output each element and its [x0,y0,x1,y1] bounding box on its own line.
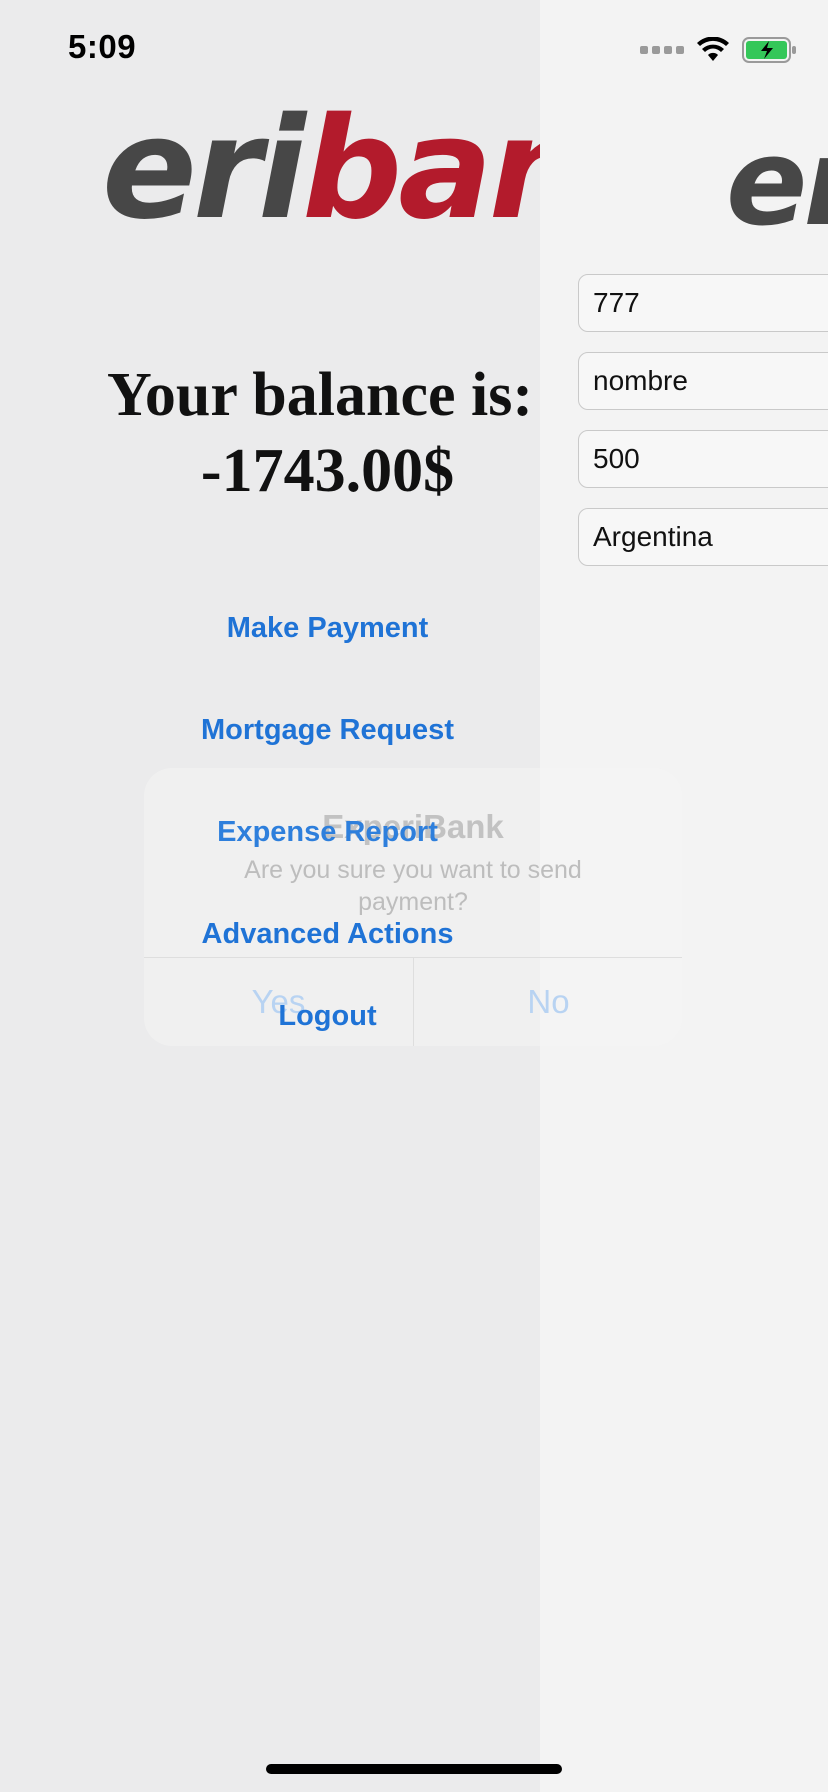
make-payment-button[interactable]: Make Payment [0,612,655,645]
eribank-logo: eribank [102,100,540,240]
expense-report-button[interactable]: Expense Report [0,816,655,849]
status-time: 5:09 [68,28,137,65]
country-field[interactable]: Argentina [578,508,828,566]
advanced-actions-button[interactable]: Advanced Actions [0,918,655,951]
phone-field[interactable]: 777 [578,274,828,332]
logout-button[interactable]: Logout [0,1000,655,1033]
alert-message: Are you sure you want to send payment? [244,856,582,916]
wifi-icon [697,37,729,61]
mortgage-request-button[interactable]: Mortgage Request [0,714,655,747]
logo-text-dark: eri [102,100,306,240]
name-field[interactable]: nombre [578,352,828,410]
home-indicator[interactable] [266,1764,562,1774]
signal-icon [640,46,684,54]
payment-logo: er [726,114,828,253]
battery-charging-icon [742,37,796,63]
logo-text-red: bank [301,100,540,240]
status-icons [640,32,798,68]
amount-field[interactable]: 500 [578,430,828,488]
